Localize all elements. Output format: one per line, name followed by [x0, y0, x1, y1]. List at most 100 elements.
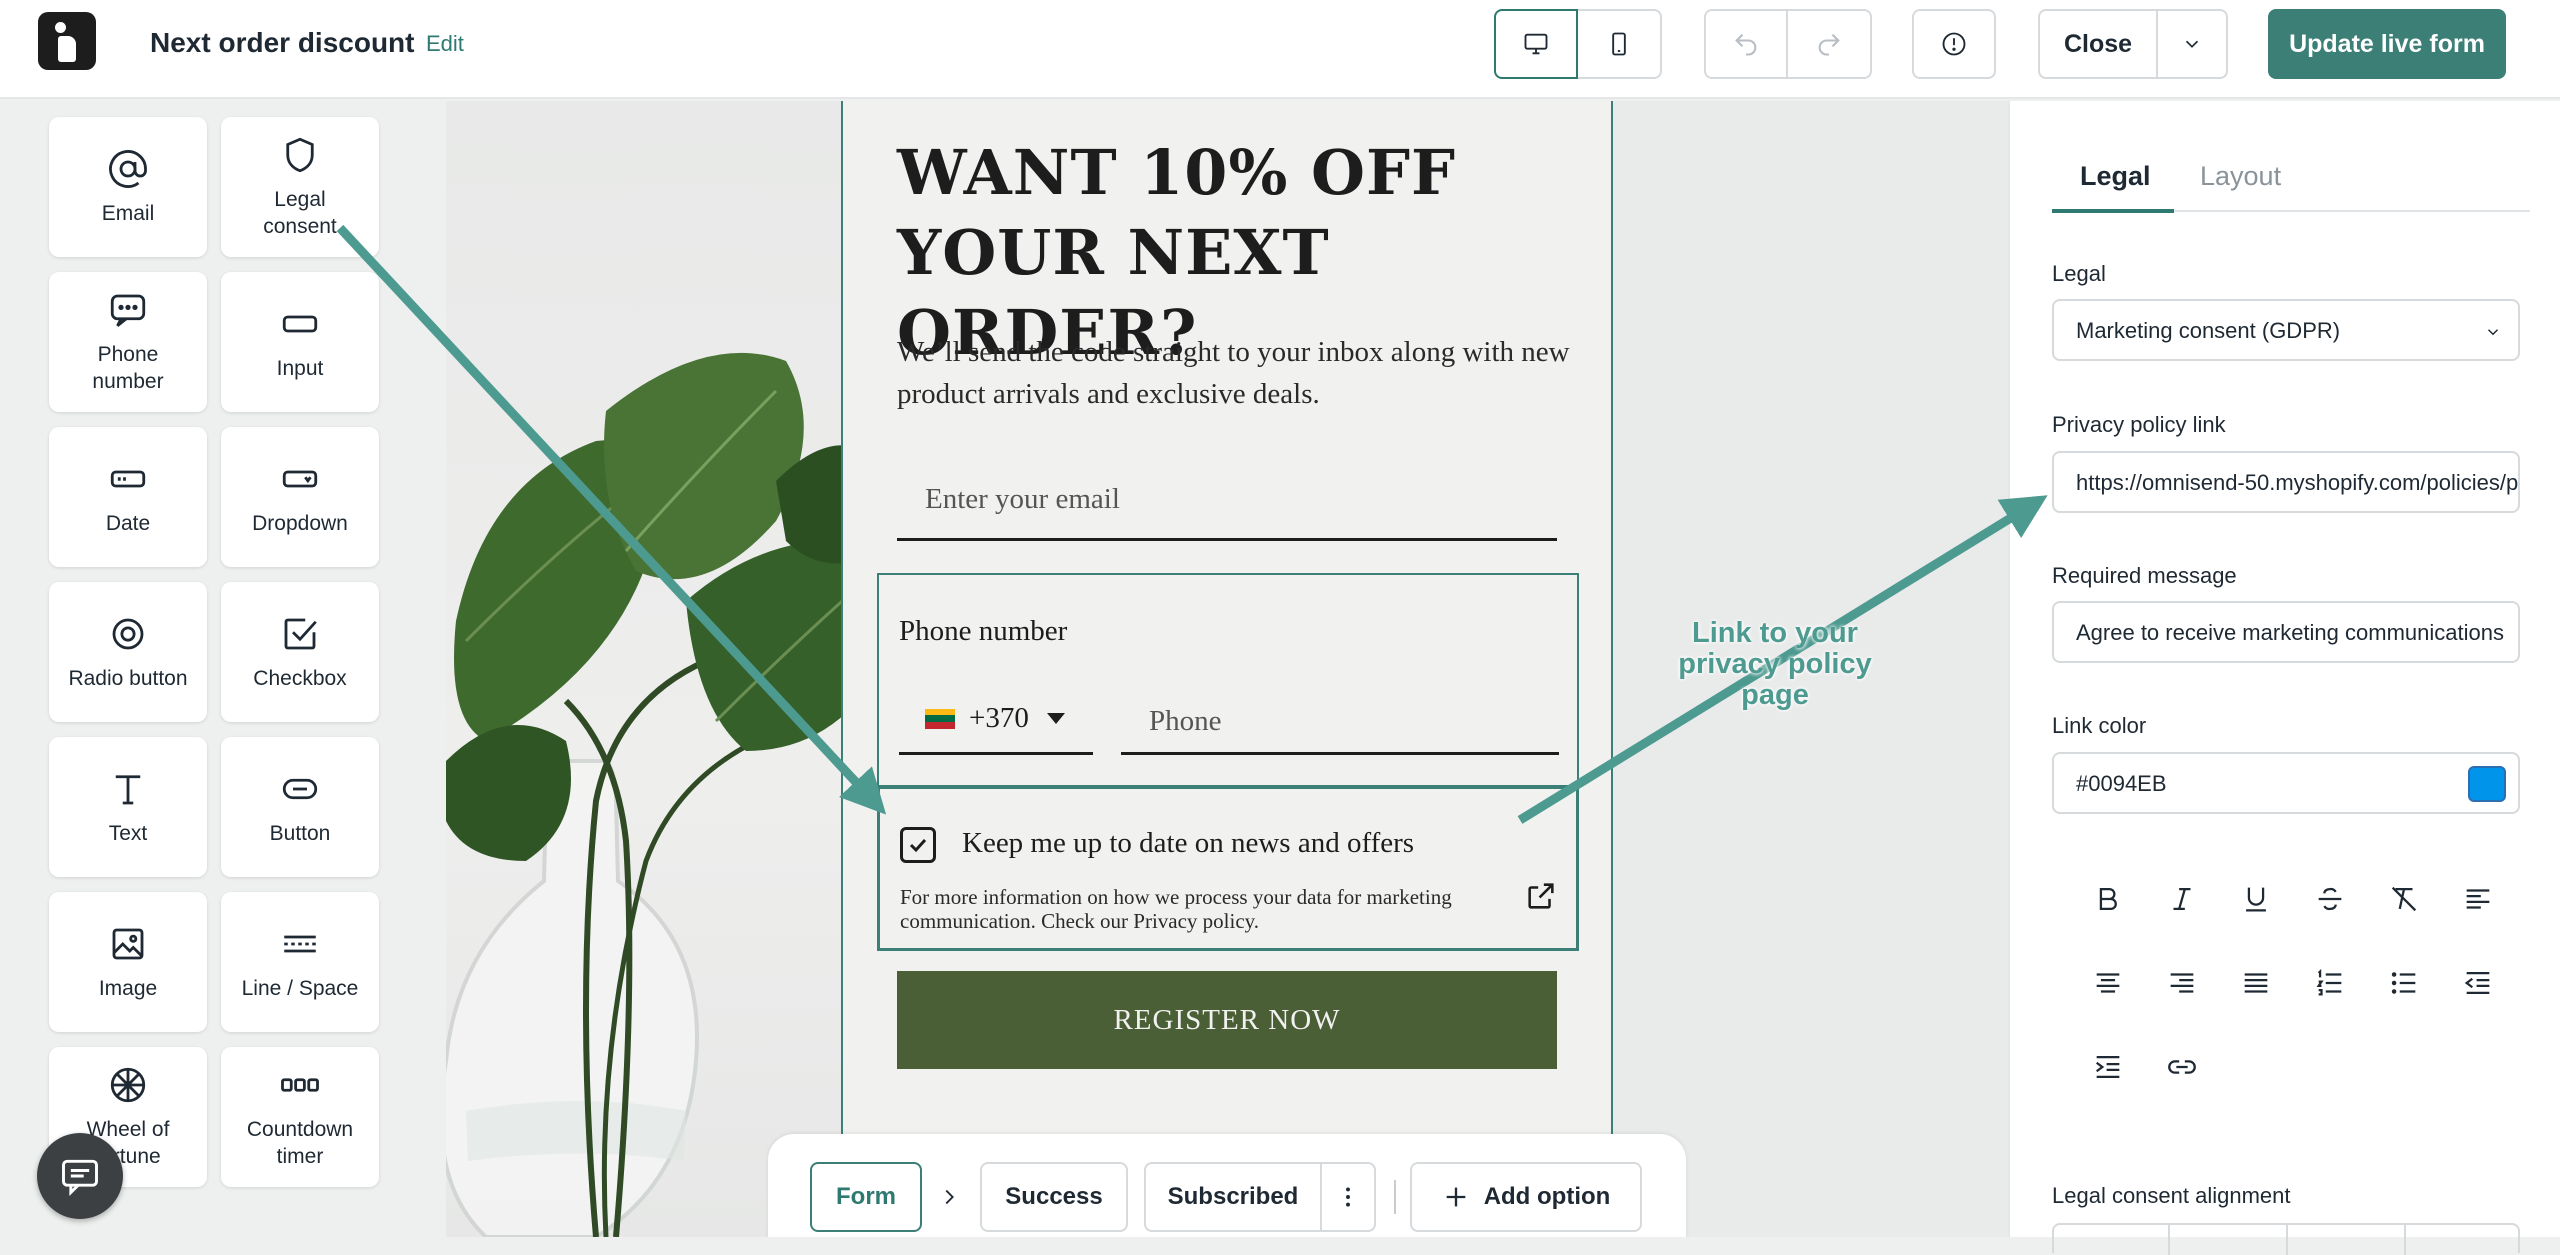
- close-button[interactable]: Close: [2038, 9, 2158, 79]
- clear-format-icon: [2391, 886, 2417, 912]
- palette-item-label: Image: [98, 976, 158, 1000]
- clear-format-button[interactable]: [2384, 879, 2424, 919]
- ordered-list-button[interactable]: [2310, 963, 2350, 1003]
- phone-number-block[interactable]: Phone number +370 Phone: [877, 573, 1579, 787]
- popup-form-preview[interactable]: WANT 10% OFF YOUR NEXT ORDER? We’ll send…: [841, 101, 1613, 1237]
- form-issues-button[interactable]: [1912, 9, 1996, 79]
- external-link-icon[interactable]: [1524, 879, 1558, 913]
- image-icon: [112, 928, 144, 959]
- update-live-form-button[interactable]: Update live form: [2268, 9, 2506, 79]
- tab-legal[interactable]: Legal: [2080, 161, 2151, 192]
- palette-item-label: Email: [101, 201, 155, 225]
- strikethrough-icon: [2318, 887, 2342, 911]
- chevron-right-icon: [945, 1189, 954, 1205]
- italic-icon: [2173, 887, 2191, 911]
- palette-item-button[interactable]: Button: [221, 737, 379, 877]
- step-divider: [1394, 1180, 1396, 1214]
- plus-icon: [1446, 1187, 1466, 1207]
- palette-item-countdown-timer[interactable]: Countdown timer: [221, 1047, 379, 1187]
- palette-item-legal-consent[interactable]: Legal consent: [221, 117, 379, 257]
- strikethrough-button[interactable]: [2310, 879, 2350, 919]
- mobile-preview-button[interactable]: [1578, 9, 1662, 79]
- outdent-button[interactable]: [2458, 963, 2498, 1003]
- privacy-policy-link-input[interactable]: https://omnisend-50.myshopify.com/polici…: [2052, 451, 2520, 513]
- page-title: Next order discount: [150, 27, 415, 58]
- line-space-icon: [284, 935, 316, 952]
- legal-consent-alignment-label: Legal consent alignment: [2052, 1183, 2291, 1208]
- palette-item-label: Legal consent: [263, 188, 337, 238]
- italic-button[interactable]: [2162, 879, 2202, 919]
- bold-button[interactable]: [2088, 879, 2128, 919]
- palette-item-phone-number[interactable]: Phone number: [49, 272, 207, 412]
- palette-item-checkbox[interactable]: Checkbox: [221, 582, 379, 722]
- palette-item-label: Phone number: [92, 343, 164, 393]
- palette-item-label: Countdown timer: [246, 1118, 354, 1168]
- tab-active-indicator: [2052, 209, 2174, 213]
- legal-consent-alignment-options[interactable]: [2052, 1223, 2520, 1255]
- consent-label: Keep me up to date on news and offers: [962, 827, 1415, 859]
- close-options-button[interactable]: [2156, 9, 2228, 79]
- palette-item-radio-button[interactable]: Radio button: [49, 582, 207, 722]
- palette-item-image[interactable]: Image: [49, 892, 207, 1032]
- checkmark-icon: [909, 838, 927, 853]
- form-subtext[interactable]: We’ll send the code straight to your inb…: [897, 331, 1577, 415]
- align-justify-button[interactable]: [2236, 963, 2276, 1003]
- link-color-swatch[interactable]: [2468, 766, 2506, 802]
- radio-icon: [112, 618, 144, 649]
- bullet-list-icon: [2391, 972, 2416, 994]
- undo-button[interactable]: [1704, 9, 1788, 79]
- tab-layout[interactable]: Layout: [2200, 161, 2281, 192]
- add-option-button[interactable]: Add option: [1410, 1162, 1642, 1232]
- align-right-button[interactable]: [2162, 963, 2202, 1003]
- align-right-icon: [2170, 973, 2194, 993]
- app-logo[interactable]: [38, 12, 96, 70]
- register-button[interactable]: REGISTER NOW: [897, 971, 1557, 1069]
- legal-consent-block[interactable]: Keep me up to date on news and offers Fo…: [877, 787, 1579, 951]
- step-form[interactable]: Form: [810, 1162, 922, 1232]
- top-bar: Next order discount Edit Close Update li…: [0, 0, 2560, 99]
- palette-item-email[interactable]: Email: [49, 117, 207, 257]
- insert-link-button[interactable]: [2162, 1047, 2202, 1087]
- chat-bubble-icon: [62, 1159, 98, 1197]
- palette-item-line-space[interactable]: Line / Space: [221, 892, 379, 1032]
- required-message-label: Required message: [2052, 563, 2237, 588]
- step-success[interactable]: Success: [980, 1162, 1128, 1232]
- country-code-select[interactable]: +370: [899, 685, 1093, 755]
- shield-icon: [286, 137, 314, 173]
- edit-title-link[interactable]: Edit: [426, 31, 464, 57]
- bullet-list-button[interactable]: [2384, 963, 2424, 1003]
- privacy-policy-label: Privacy policy link: [2052, 412, 2226, 437]
- align-center-button[interactable]: [2088, 963, 2128, 1003]
- outdent-icon: [2464, 971, 2490, 995]
- palette-item-dropdown[interactable]: Dropdown: [221, 427, 379, 567]
- undo-icon: [1735, 33, 1757, 56]
- add-option-label: Add option: [1483, 1183, 1611, 1210]
- annotation-label: Link to your privacy policy page: [1640, 618, 1910, 711]
- consent-checkbox[interactable]: [900, 827, 936, 863]
- support-chat-button[interactable]: [37, 1133, 123, 1219]
- align-left-icon: [2466, 889, 2490, 909]
- palette-item-text[interactable]: Text: [49, 737, 207, 877]
- palette-item-input[interactable]: Input: [221, 272, 379, 412]
- indent-button[interactable]: [2088, 1047, 2128, 1087]
- link-color-label: Link color: [2052, 713, 2147, 738]
- phone-input[interactable]: Phone: [1121, 685, 1559, 755]
- link-color-input[interactable]: #0094EB: [2052, 752, 2520, 814]
- align-left-button[interactable]: [2458, 879, 2498, 919]
- palette-item-label: Dropdown: [252, 511, 348, 535]
- step-more-options-button[interactable]: [1320, 1162, 1376, 1232]
- button-icon: [282, 778, 318, 799]
- redo-button[interactable]: [1788, 9, 1872, 79]
- step-subscribed[interactable]: Subscribed: [1144, 1162, 1322, 1232]
- at-icon: [109, 149, 147, 188]
- link-color-value: #0094EB: [2076, 771, 2167, 796]
- email-field[interactable]: Enter your email: [897, 461, 1557, 541]
- lithuania-flag-icon: [925, 708, 955, 729]
- underline-button[interactable]: [2236, 879, 2276, 919]
- palette-item-date[interactable]: Date: [49, 427, 207, 567]
- legal-type-select[interactable]: Marketing consent (GDPR): [2052, 299, 2520, 361]
- required-message-input[interactable]: Agree to receive marketing communication…: [2052, 601, 2520, 663]
- palette-item-label: Date: [105, 511, 151, 535]
- desktop-preview-button[interactable]: [1494, 9, 1578, 79]
- settings-panel: Legal Layout Legal Marketing consent (GD…: [2008, 101, 2560, 1255]
